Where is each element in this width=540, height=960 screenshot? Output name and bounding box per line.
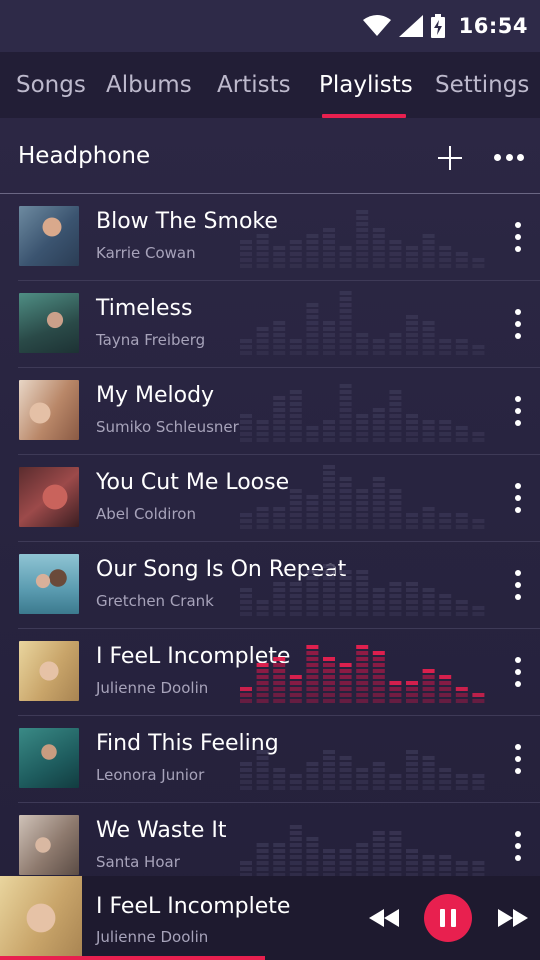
song-list: Blow The Smoke Karrie Cowan Timeless Tay… (0, 194, 540, 876)
song-row[interactable]: Our Song Is On Repeat Gretchen Crank (0, 542, 540, 629)
cell-signal-icon (398, 15, 423, 37)
album-art (19, 815, 79, 875)
album-art (19, 641, 79, 701)
tab-artists[interactable]: Artists (217, 52, 291, 118)
album-art (19, 380, 79, 440)
now-playing-artist: Julienne Doolin (96, 928, 209, 946)
song-more-button[interactable] (510, 657, 526, 687)
song-artist: Tayna Freiberg (96, 331, 206, 349)
song-title: My Melody (96, 383, 215, 408)
song-artist: Santa Hoar (96, 853, 180, 871)
pause-icon (440, 909, 445, 927)
song-more-button[interactable] (510, 222, 526, 252)
song-artist: Sumiko Schleusner (96, 418, 239, 436)
song-row[interactable]: Find This Feeling Leonora Junior (0, 716, 540, 803)
tab-playlists[interactable]: Playlists (319, 52, 413, 118)
song-row[interactable]: We Waste It Santa Hoar (0, 803, 540, 876)
tab-bar: Songs Albums Artists Playlists Settings (0, 52, 540, 118)
equalizer-visual-active (240, 645, 485, 703)
equalizer-visual (240, 291, 485, 355)
now-playing-title: I FeeL Incomplete (96, 894, 291, 919)
playlist-more-button[interactable] (494, 152, 524, 162)
more-vertical-icon (515, 744, 521, 750)
song-more-button[interactable] (510, 831, 526, 861)
song-artist: Gretchen Crank (96, 592, 214, 610)
song-more-button[interactable] (510, 309, 526, 339)
playback-progress[interactable] (0, 956, 540, 960)
battery-charging-icon (430, 14, 445, 38)
more-horizontal-icon (494, 153, 501, 161)
song-artist: Karrie Cowan (96, 244, 196, 262)
album-art (19, 293, 79, 353)
song-artist: Abel Coldiron (96, 505, 196, 523)
song-more-button[interactable] (510, 483, 526, 513)
song-artist: Leonora Junior (96, 766, 205, 784)
equalizer-visual (240, 825, 485, 876)
add-song-button[interactable] (436, 144, 464, 172)
tab-albums[interactable]: Albums (106, 52, 192, 118)
song-row[interactable]: Blow The Smoke Karrie Cowan (0, 194, 540, 281)
wifi-icon (362, 15, 391, 37)
fast-forward-button[interactable] (498, 909, 528, 927)
more-vertical-icon (515, 222, 521, 228)
album-art (19, 728, 79, 788)
fast-forward-icon (498, 909, 528, 927)
song-row-playing[interactable]: I FeeL Incomplete Julienne Doolin (0, 629, 540, 716)
equalizer-visual (240, 750, 485, 790)
playlist-header: Headphone (0, 118, 540, 194)
song-artist: Julienne Doolin (96, 679, 209, 697)
rewind-button[interactable] (369, 909, 399, 927)
now-playing-album-art (0, 876, 82, 960)
playback-progress-fill (0, 956, 265, 960)
plus-icon (438, 146, 462, 170)
rewind-icon (369, 909, 399, 927)
song-row[interactable]: Timeless Tayna Freiberg (0, 281, 540, 368)
more-vertical-icon (515, 831, 521, 837)
status-clock: 16:54 (458, 14, 528, 38)
more-vertical-icon (515, 396, 521, 402)
equalizer-visual (240, 564, 485, 616)
song-more-button[interactable] (510, 744, 526, 774)
album-art (19, 206, 79, 266)
song-title: We Waste It (96, 818, 227, 843)
song-row[interactable]: My Melody Sumiko Schleusner (0, 368, 540, 455)
equalizer-visual (240, 210, 485, 268)
more-vertical-icon (515, 309, 521, 315)
more-vertical-icon (515, 570, 521, 576)
song-title: Timeless (96, 296, 193, 321)
equalizer-visual (240, 384, 485, 442)
equalizer-visual (240, 465, 485, 529)
more-vertical-icon (515, 483, 521, 489)
playlist-title: Headphone (18, 142, 151, 169)
tab-settings[interactable]: Settings (435, 52, 529, 118)
song-more-button[interactable] (510, 570, 526, 600)
song-more-button[interactable] (510, 396, 526, 426)
song-row[interactable]: You Cut Me Loose Abel Coldiron (0, 455, 540, 542)
now-playing-bar[interactable]: I FeeL Incomplete Julienne Doolin (0, 876, 540, 960)
status-bar: 16:54 (0, 0, 540, 52)
album-art (19, 467, 79, 527)
more-vertical-icon (515, 657, 521, 663)
album-art (19, 554, 79, 614)
tab-songs[interactable]: Songs (16, 52, 86, 118)
pause-button[interactable] (424, 894, 472, 942)
